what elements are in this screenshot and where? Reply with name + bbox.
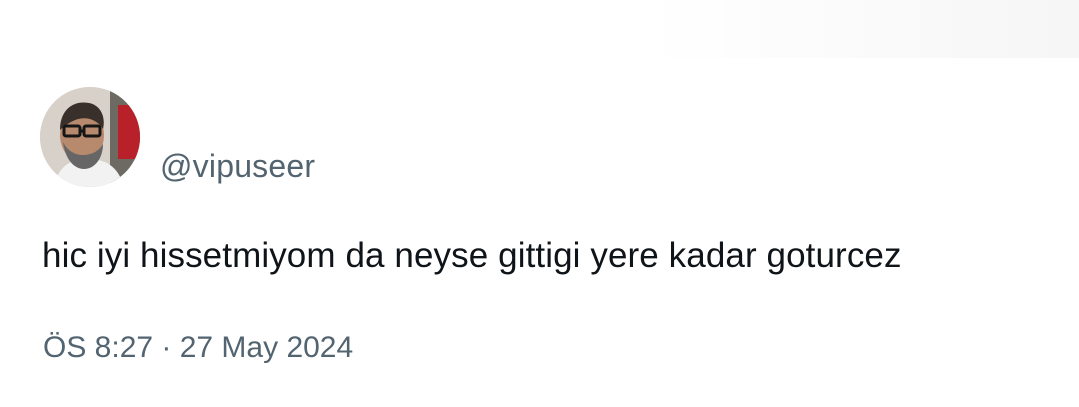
tweet-card: @vipuseer hic iyi hissetmiyom da neyse g… bbox=[0, 0, 1079, 407]
profile-photo-icon bbox=[40, 87, 140, 187]
tweet-timestamp[interactable]: ÖS 8:27 · 27 May 2024 bbox=[43, 331, 353, 365]
user-handle[interactable]: @vipuseer bbox=[160, 148, 315, 185]
tweet-text: hic iyi hissetmiyom da neyse gittigi yer… bbox=[42, 236, 902, 275]
top-background-strip bbox=[0, 0, 1079, 58]
avatar[interactable] bbox=[40, 87, 140, 187]
